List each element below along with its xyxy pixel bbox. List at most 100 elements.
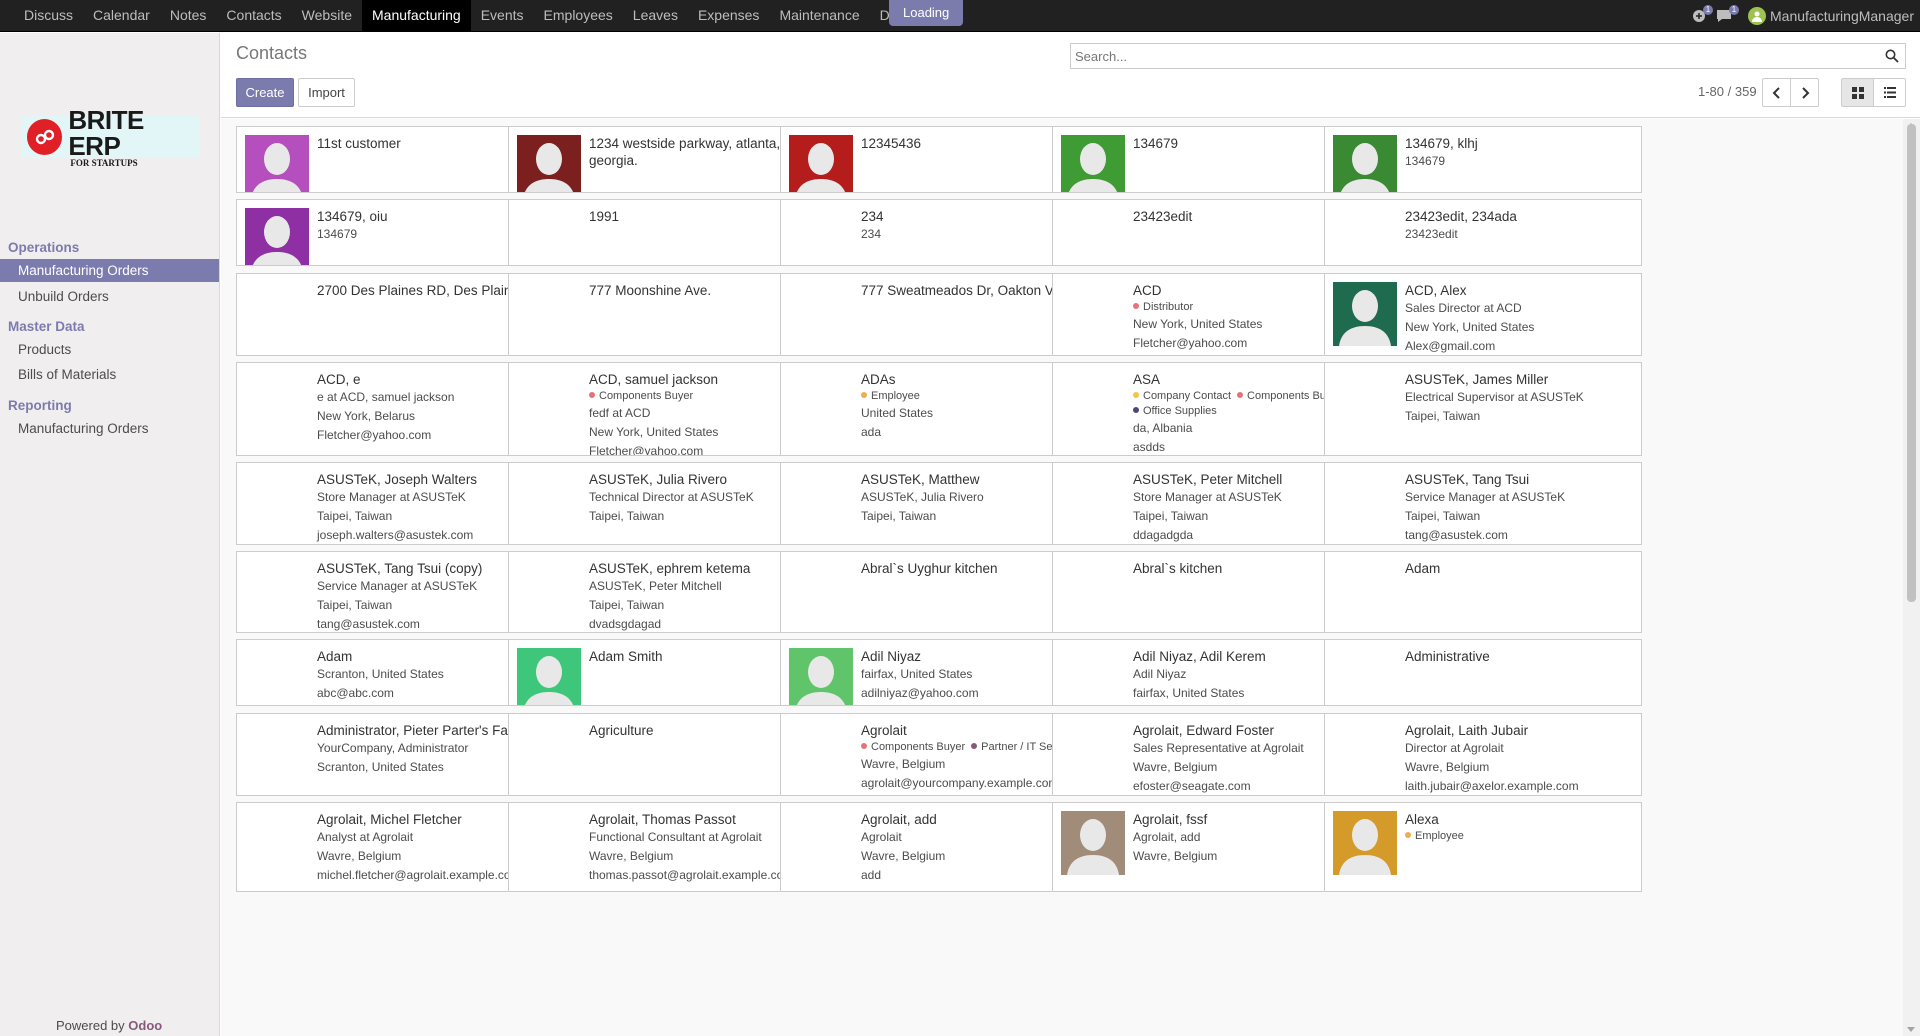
contact-card[interactable]: Adil Niyaz, Adil Kerem Adil Niyaz fairfax,… bbox=[1052, 639, 1370, 706]
contact-card[interactable]: ACD, ee at ACD, samuel jackson New York, … bbox=[236, 362, 554, 456]
sidebar-item-manufacturing-orders[interactable]: Manufacturing Orders bbox=[0, 259, 219, 282]
contact-card[interactable]: 12345436 bbox=[780, 126, 1098, 193]
scroll-down-arrow-icon[interactable] bbox=[1907, 1027, 1915, 1032]
contact-detail: Taipei, Taiwan bbox=[1405, 509, 1481, 523]
menu-item-leaves[interactable]: Leaves bbox=[623, 0, 688, 32]
create-button[interactable]: Create bbox=[236, 78, 294, 107]
contact-card[interactable]: 1234 westside parkway, atlanta, georgia. bbox=[508, 126, 826, 193]
contact-name: 134679, klhj bbox=[1405, 136, 1478, 151]
contact-tags: Employee bbox=[1405, 829, 1633, 844]
sidebar-header: Master Data bbox=[8, 319, 85, 334]
contact-card[interactable]: ASUSTeK, Tang Tsui Service Manager at ASU… bbox=[1324, 462, 1642, 545]
chevron-left-icon bbox=[1772, 86, 1780, 99]
contact-card[interactable]: ACD, Alex Sales Director at ACD New York, … bbox=[1324, 273, 1642, 356]
chat-icon[interactable]: 1 bbox=[1716, 5, 1740, 23]
tag-dot-icon bbox=[1405, 832, 1411, 838]
contact-card[interactable]: 777 Moonshine Ave. bbox=[508, 273, 826, 356]
search-input[interactable] bbox=[1075, 47, 1865, 65]
menu-item-events[interactable]: Events bbox=[471, 0, 534, 32]
contact-card[interactable]: ASUSTeK, ephrem ketema ASUSTeK, Peter Mit… bbox=[508, 551, 826, 633]
contact-card[interactable]: ASUSTeK, Joseph Walters Store Manager at … bbox=[236, 462, 554, 545]
contact-card[interactable]: 23423edit bbox=[1052, 199, 1370, 266]
user-menu[interactable]: ManufacturingManager bbox=[1748, 7, 1920, 25]
contact-card[interactable]: ASUSTeK, James Miller Electrical Supervis… bbox=[1324, 362, 1642, 456]
contact-card[interactable]: Adam bbox=[1324, 551, 1642, 633]
contact-card[interactable]: ASUSTeK, Julia Rivero Technical Director … bbox=[508, 462, 826, 545]
contact-detail: 134679 bbox=[1405, 154, 1446, 168]
contact-avatar-icon bbox=[245, 135, 309, 192]
contact-card[interactable]: 2700 Des Plaines RD, Des Plaines, IL bbox=[236, 273, 554, 356]
menu-item-manufacturing[interactable]: Manufacturing bbox=[362, 0, 471, 32]
menu-item-discuss[interactable]: Discuss bbox=[14, 0, 83, 32]
contact-card[interactable]: Agriculture bbox=[508, 713, 826, 796]
contact-detail: Director at Agrolait bbox=[1405, 741, 1504, 755]
tag-dot-icon bbox=[1237, 392, 1244, 398]
search-icon[interactable] bbox=[1885, 49, 1901, 65]
import-button[interactable]: Import bbox=[298, 78, 355, 107]
menu-item-employees[interactable]: Employees bbox=[534, 0, 623, 32]
contact-card[interactable]: Administrator, Pieter Parter's Farm YourC… bbox=[236, 713, 554, 796]
menu-item-website[interactable]: Website bbox=[292, 0, 362, 32]
contact-card[interactable]: ACD Distributor New York, United States Fle… bbox=[1052, 273, 1370, 356]
sidebar-item-unbuild-orders[interactable]: Unbuild Orders bbox=[0, 285, 219, 308]
kanban-scrollbar[interactable] bbox=[1903, 119, 1920, 1036]
list-view-button[interactable] bbox=[1873, 78, 1906, 107]
contact-avatar-icon bbox=[1333, 811, 1397, 875]
contact-card[interactable]: 234 234 bbox=[780, 199, 1098, 266]
contact-card[interactable]: 134679, oiu 134679 bbox=[236, 199, 554, 266]
activity-icon[interactable]: 1 bbox=[1692, 5, 1714, 23]
contact-card[interactable]: Adam Scranton, United States abc@abc.com bbox=[236, 639, 554, 706]
pager-value[interactable]: 1-80 / 359 bbox=[1698, 84, 1757, 99]
contact-card[interactable]: 777 Sweatmeados Dr, Oakton VA bbox=[780, 273, 1098, 356]
kanban-view-button[interactable] bbox=[1841, 78, 1874, 107]
contact-card[interactable]: Agrolait Components Buyer Partner / IT Ser… bbox=[780, 713, 1098, 796]
pager-next-button[interactable] bbox=[1790, 78, 1819, 107]
odoo-link[interactable]: Odoo bbox=[128, 1018, 162, 1033]
sidebar-section-reporting: Reporting Manufacturing Orders bbox=[0, 395, 219, 440]
tag-dot-icon bbox=[589, 392, 595, 398]
contact-card[interactable]: Alexa Employee bbox=[1324, 802, 1642, 892]
menu-item-maintenance[interactable]: Maintenance bbox=[769, 0, 869, 32]
contact-card[interactable]: 11st customer bbox=[236, 126, 554, 193]
contact-card[interactable]: 23423edit, 234ada 23423edit bbox=[1324, 199, 1642, 266]
contact-card[interactable]: Agrolait, Thomas Passot Functional Consul… bbox=[508, 802, 826, 892]
pager-previous-button[interactable] bbox=[1762, 78, 1791, 107]
contact-card[interactable]: ASA Company Contact Components BuyerOffice… bbox=[1052, 362, 1370, 456]
contact-card[interactable]: Administrative bbox=[1324, 639, 1642, 706]
sidebar-item-reporting-manufacturing-orders[interactable]: Manufacturing Orders bbox=[0, 417, 219, 440]
contact-card[interactable]: ACD, samuel jackson Components Buyer fedf … bbox=[508, 362, 826, 456]
contact-card[interactable]: Adil Niyaz fairfax, United States adilniya… bbox=[780, 639, 1098, 706]
contact-card[interactable]: Agrolait, Michel Fletcher Analyst at Agro… bbox=[236, 802, 554, 892]
contact-card[interactable]: 1991 bbox=[508, 199, 826, 266]
tag-dot-icon bbox=[1133, 407, 1139, 413]
company-logo[interactable]: BRITE ERP FOR STARTUPS bbox=[21, 107, 200, 167]
grid-icon bbox=[1851, 86, 1864, 99]
menu-item-notes[interactable]: Notes bbox=[160, 0, 217, 32]
contact-card[interactable]: Agrolait, Edward Foster Sales Representat… bbox=[1052, 713, 1370, 796]
contact-card[interactable]: Abral`s kitchen bbox=[1052, 551, 1370, 633]
contact-card[interactable]: Agrolait, fssf Agrolait, add Wavre, Belgiu… bbox=[1052, 802, 1370, 892]
contact-card[interactable]: ASUSTeK, Tang Tsui (copy) Service Manager… bbox=[236, 551, 554, 633]
sidebar-item-products[interactable]: Products bbox=[0, 338, 219, 361]
contact-card[interactable]: Abral`s Uyghur kitchen bbox=[780, 551, 1098, 633]
contact-card[interactable]: Adam Smith bbox=[508, 639, 826, 706]
scroll-thumb[interactable] bbox=[1907, 124, 1916, 602]
sidebar-item-bills-of-materials[interactable]: Bills of Materials bbox=[0, 363, 219, 386]
contact-card[interactable]: ASUSTeK, Peter Mitchell Store Manager at … bbox=[1052, 462, 1370, 545]
contact-name: 23423edit, 234ada bbox=[1405, 209, 1517, 224]
menu-item-expenses[interactable]: Expenses bbox=[688, 0, 769, 32]
contact-card[interactable]: Agrolait, add Agrolait Wavre, Belgium add bbox=[780, 802, 1098, 892]
contact-avatar-icon bbox=[1061, 811, 1125, 875]
menu-item-contacts[interactable]: Contacts bbox=[216, 0, 291, 32]
contact-avatar-icon bbox=[517, 135, 581, 192]
contact-card[interactable]: 134679 bbox=[1052, 126, 1370, 193]
contact-detail: Taipei, Taiwan bbox=[1405, 409, 1481, 423]
contact-card[interactable]: 134679, klhj 134679 bbox=[1324, 126, 1642, 193]
contact-detail: 23423edit bbox=[1405, 227, 1458, 241]
tag-dot-icon bbox=[861, 392, 867, 398]
loading-indicator: Loading bbox=[889, 0, 964, 26]
menu-item-calendar[interactable]: Calendar bbox=[83, 0, 160, 32]
contact-card[interactable]: ASUSTeK, Matthew ASUSTeK, Julia Rivero Tai… bbox=[780, 462, 1098, 545]
contact-card[interactable]: ADAs Employee United States ada bbox=[780, 362, 1098, 456]
contact-card[interactable]: Agrolait, Laith Jubair Director at Agrola… bbox=[1324, 713, 1642, 796]
